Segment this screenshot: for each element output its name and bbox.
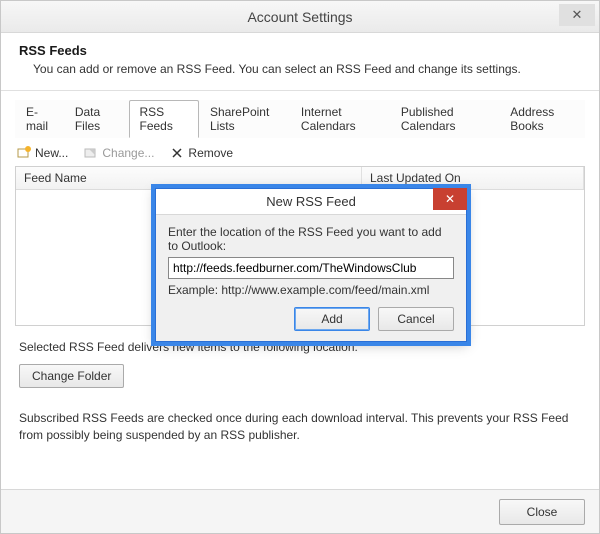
location-label: Selected RSS Feed delivers new items to … [19,340,581,354]
tabs-container: E-mail Data Files RSS Feeds SharePoint L… [1,91,599,138]
tab-strip: E-mail Data Files RSS Feeds SharePoint L… [15,99,585,138]
tab-label: Published Calendars [401,105,456,133]
tab-data-files[interactable]: Data Files [64,100,129,138]
change-label: Change... [102,146,154,160]
dialog-example: Example: http://www.example.com/feed/mai… [168,283,454,297]
page-description: You can add or remove an RSS Feed. You c… [33,62,581,76]
button-label: Change Folder [32,369,111,383]
rss-url-input[interactable] [168,257,454,279]
dialog-prompt: Enter the location of the RSS Feed you w… [168,225,454,253]
dialog-buttons: Add Cancel [168,307,454,331]
window-titlebar: Account Settings ✕ [1,1,599,33]
info-text: Subscribed RSS Feeds are checked once du… [1,406,599,444]
tab-internet-calendars[interactable]: Internet Calendars [290,100,390,138]
tab-email[interactable]: E-mail [15,100,64,138]
close-icon: ✕ [572,7,583,23]
tab-published-calendars[interactable]: Published Calendars [390,100,499,138]
column-feed-name[interactable]: Feed Name [16,167,362,189]
page-header: RSS Feeds You can add or remove an RSS F… [1,33,599,91]
add-button[interactable]: Add [294,307,370,331]
page-title: RSS Feeds [19,43,581,58]
change-button: Change... [84,146,154,160]
button-label: Add [321,312,342,326]
tab-label: E-mail [26,105,48,133]
column-last-updated[interactable]: Last Updated On [362,167,584,189]
button-label: Cancel [397,312,434,326]
remove-icon [170,146,184,160]
dialog-close-button[interactable]: ✕ [433,188,467,210]
remove-button[interactable]: Remove [170,146,233,160]
new-button[interactable]: New... [17,146,68,160]
window-title: Account Settings [247,9,352,25]
toolbar: New... Change... Remove [1,138,599,166]
change-icon [84,146,98,160]
tab-address-books[interactable]: Address Books [499,100,585,138]
close-icon: ✕ [445,192,455,206]
dialog-titlebar: New RSS Feed ✕ [156,189,466,215]
tab-label: SharePoint Lists [210,105,269,133]
tab-label: Address Books [510,105,554,133]
list-header: Feed Name Last Updated On [16,167,584,190]
tab-sharepoint-lists[interactable]: SharePoint Lists [199,100,290,138]
button-label: Close [527,505,558,519]
new-icon [17,146,31,160]
tab-label: RSS Feeds [140,105,173,133]
cancel-button[interactable]: Cancel [378,307,454,331]
close-button[interactable]: Close [499,499,585,525]
footer: Close [1,489,599,533]
new-label: New... [35,146,68,160]
dialog-title: New RSS Feed [266,194,356,209]
tab-label: Data Files [75,105,100,133]
column-label: Last Updated On [370,171,461,185]
dialog-body: Enter the location of the RSS Feed you w… [156,215,466,341]
tab-rss-feeds[interactable]: RSS Feeds [129,100,199,138]
tab-label: Internet Calendars [301,105,356,133]
window-close-button[interactable]: ✕ [559,4,595,26]
column-label: Feed Name [24,171,87,185]
change-folder-button[interactable]: Change Folder [19,364,124,388]
new-rss-feed-dialog: New RSS Feed ✕ Enter the location of the… [155,188,467,342]
remove-label: Remove [188,146,233,160]
